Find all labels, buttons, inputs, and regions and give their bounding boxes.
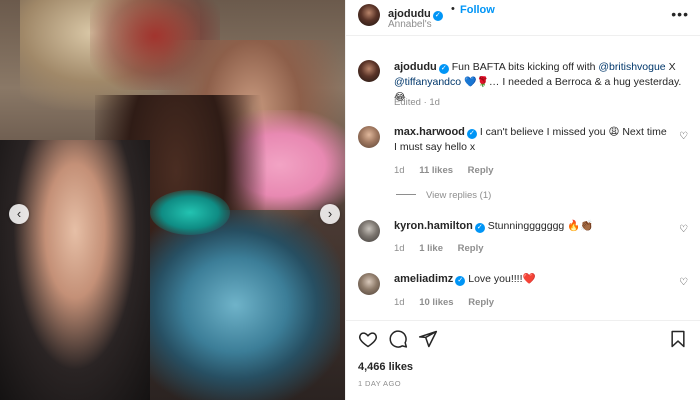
header-separator: • — [451, 3, 455, 15]
author-avatar[interactable] — [358, 4, 380, 26]
more-options-icon[interactable]: ••• — [671, 6, 689, 22]
comment-age: 1d — [394, 243, 405, 254]
comment-meta: 1d 10 likes Reply — [394, 297, 506, 308]
comment: ameliadimz ✓ Love you!!!!❤️ — [394, 272, 669, 287]
photo-person-left — [0, 140, 150, 400]
comment-text: Stunninggggggg 🔥👏🏾 — [487, 220, 594, 232]
previous-photo-button[interactable]: ‹ — [9, 204, 29, 224]
caption-username[interactable]: ajodudu — [394, 61, 437, 73]
commenter-username[interactable]: kyron.hamilton — [394, 220, 473, 232]
chevron-right-icon: › — [327, 206, 333, 221]
commenter-avatar[interactable] — [358, 220, 380, 242]
post-header: ajodudu ✓ • Follow Annabel's ••• — [346, 0, 700, 36]
view-replies-button[interactable]: View replies (1) — [396, 190, 491, 201]
comment-meta: 1d 11 likes Reply — [394, 165, 506, 176]
likes-count[interactable]: 4,466 likes — [358, 361, 413, 373]
like-comment-heart-icon[interactable]: ♡ — [679, 131, 688, 142]
like-comment-heart-icon[interactable]: ♡ — [679, 277, 688, 288]
caption-text-1: Fun BAFTA bits kicking off with — [451, 61, 596, 73]
reply-button[interactable]: Reply — [458, 243, 484, 254]
comment: max.harwood ✓ I can't believe I missed yo… — [394, 125, 669, 155]
comment-age: 1d — [394, 297, 405, 308]
post-actions: 4,466 likes 1 DAY AGO — [346, 320, 700, 400]
verified-icon: ✓ — [432, 11, 443, 21]
commenter-username[interactable]: max.harwood — [394, 126, 465, 138]
view-replies-label: View replies (1) — [426, 190, 492, 201]
verified-icon: ✓ — [474, 223, 485, 233]
post-photo[interactable]: ‹ › — [0, 0, 345, 400]
verified-icon: ✓ — [438, 64, 449, 74]
commenter-avatar[interactable] — [358, 126, 380, 148]
comment-likes[interactable]: 10 likes — [419, 297, 453, 308]
caption-text-3: … I needed a Berroca & a hug yesterday. — [488, 76, 682, 88]
verified-icon: ✓ — [466, 129, 477, 139]
commenter-avatar[interactable] — [358, 273, 380, 295]
save-bookmark-icon[interactable] — [668, 329, 688, 349]
post-time: 1 DAY AGO — [358, 379, 401, 388]
post-details-panel: ajodudu ✓ • Follow Annabel's ••• ajodudu ✓… — [345, 0, 700, 400]
caption-text-2: X — [668, 61, 676, 73]
next-photo-button[interactable]: › — [320, 204, 340, 224]
share-icon[interactable] — [418, 329, 438, 349]
post-location[interactable]: Annabel's — [388, 19, 432, 30]
comment-likes[interactable]: 11 likes — [419, 165, 453, 176]
caption-avatar[interactable] — [358, 60, 380, 82]
photo-dress — [150, 210, 340, 400]
chevron-left-icon: ‹ — [16, 206, 22, 221]
comment-icon[interactable] — [388, 329, 408, 349]
photo-necklace — [150, 190, 230, 235]
replies-divider — [396, 194, 416, 195]
heart-rose-emoji: 💙🌹 — [464, 77, 489, 88]
like-heart-icon[interactable] — [358, 329, 378, 349]
mention-tiffanyandco[interactable]: @tiffanyandco — [394, 76, 461, 88]
reply-button[interactable]: Reply — [468, 297, 494, 308]
comment-likes[interactable]: 1 like — [419, 243, 443, 254]
verified-icon: ✓ — [455, 276, 466, 286]
follow-button[interactable]: Follow — [460, 4, 495, 16]
comment-age: 1d — [394, 165, 405, 176]
comment-text: Love you!!!!❤️ — [468, 273, 536, 285]
comment: kyron.hamilton ✓ Stunninggggggg 🔥👏🏾 — [394, 219, 669, 234]
reply-button[interactable]: Reply — [468, 165, 494, 176]
like-comment-heart-icon[interactable]: ♡ — [679, 224, 688, 235]
commenter-username[interactable]: ameliadimz — [394, 273, 453, 285]
edited-timestamp: Edited · 1d — [394, 97, 440, 108]
mention-britishvogue[interactable]: @britishvogue — [598, 61, 665, 73]
comment-meta: 1d 1 like Reply — [394, 243, 496, 254]
